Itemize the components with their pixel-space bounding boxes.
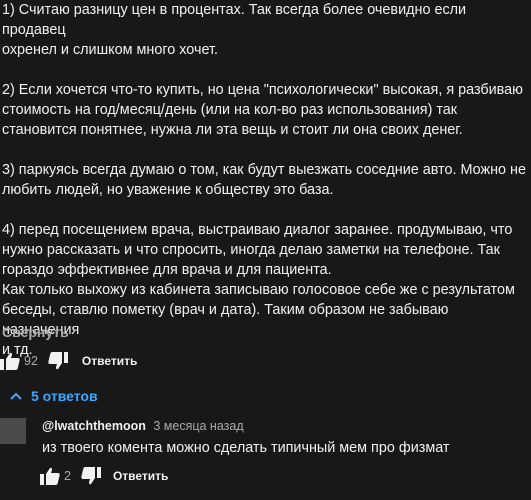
replies-count-label: 5 ответов xyxy=(31,388,98,404)
avatar[interactable] xyxy=(0,418,26,444)
reply-author[interactable]: @lwatchthemoon xyxy=(42,419,146,433)
comment-text: 1) Считаю разницу цен в процентах. Так в… xyxy=(2,0,528,360)
reply-like-count: 2 xyxy=(64,469,71,483)
thumbs-down-icon xyxy=(48,352,68,370)
reply-reply-button[interactable]: Ответить xyxy=(113,469,168,483)
reply-actions: 2 Ответить xyxy=(40,467,168,485)
comment-actions: 92 Ответить xyxy=(0,352,137,370)
comment-paragraph-3: 3) паркуясь всегда думаю о том, как буду… xyxy=(2,162,527,198)
thumbs-up-icon xyxy=(40,467,60,485)
thumbs-down-icon xyxy=(81,467,101,485)
reply-button[interactable]: Ответить xyxy=(82,354,137,368)
replies-toggle[interactable]: 5 ответов xyxy=(10,388,98,404)
like-count: 92 xyxy=(24,354,38,368)
comment-paragraph-4: 4) перед посещением врача, выстраиваю ди… xyxy=(2,222,515,358)
thumbs-up-icon xyxy=(0,352,20,370)
reply-text: из твоего комента можно сделать типичный… xyxy=(42,440,450,456)
comment-paragraph-1: 1) Считаю разницу цен в процентах. Так в… xyxy=(2,2,467,58)
reply-dislike-button[interactable] xyxy=(81,467,101,485)
reply-like-button[interactable] xyxy=(40,467,60,485)
reply-header: @lwatchthemoon 3 месяца назад xyxy=(42,419,244,433)
collapse-button[interactable]: Свернуть xyxy=(2,324,69,340)
dislike-button[interactable] xyxy=(48,352,68,370)
comment-paragraph-2: 2) Если хочется что-то купить, но цена "… xyxy=(2,82,523,138)
like-button[interactable] xyxy=(0,352,20,370)
chevron-up-icon xyxy=(10,392,22,400)
reply-timestamp[interactable]: 3 месяца назад xyxy=(153,419,243,433)
